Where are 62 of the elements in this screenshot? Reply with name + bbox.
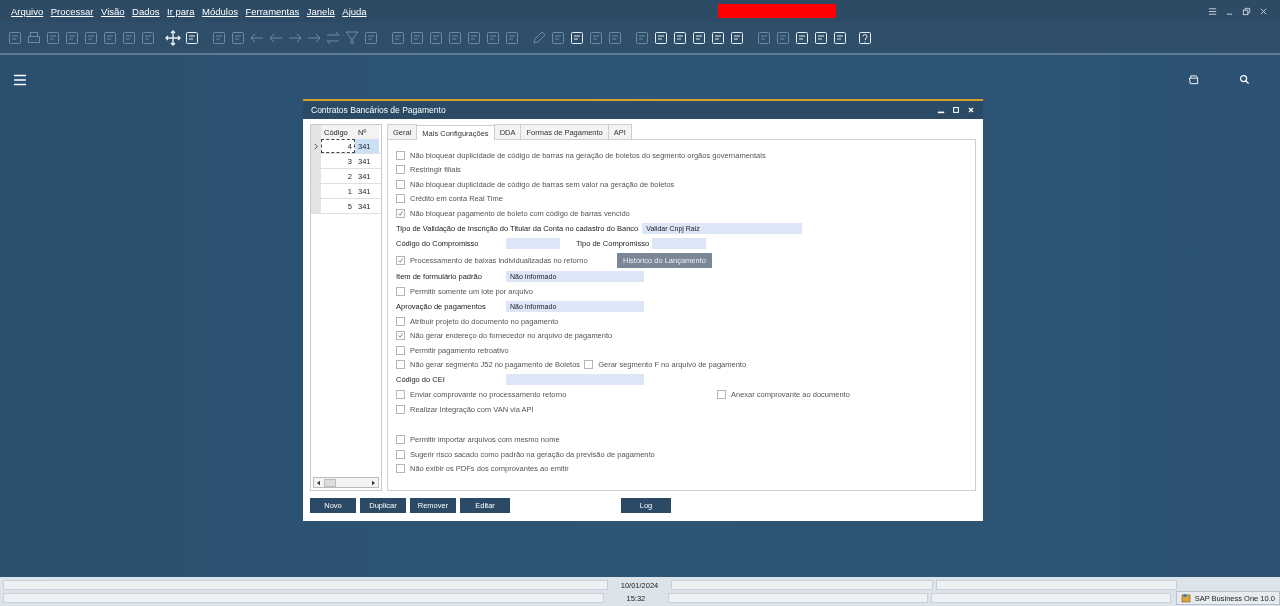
checkbox[interactable] bbox=[396, 316, 405, 326]
folder-icon[interactable] bbox=[1188, 74, 1199, 85]
filter-icon[interactable] bbox=[344, 29, 360, 46]
checkbox[interactable] bbox=[396, 404, 405, 414]
scroll-left-icon[interactable] bbox=[316, 479, 321, 486]
checkbox[interactable] bbox=[584, 360, 594, 370]
document-icon[interactable] bbox=[653, 29, 669, 46]
checkbox[interactable] bbox=[396, 345, 405, 355]
menu-item[interactable]: Módulos bbox=[202, 5, 238, 17]
row-pointer-icon bbox=[313, 142, 319, 150]
menu-item[interactable]: Ajuda bbox=[342, 5, 367, 17]
input-field[interactable] bbox=[506, 374, 644, 386]
checkbox[interactable] bbox=[396, 165, 405, 175]
scroll-right-icon[interactable] bbox=[371, 479, 376, 486]
help-icon[interactable] bbox=[857, 29, 873, 46]
menu-item[interactable]: Ferramentas bbox=[245, 5, 300, 17]
menu-item[interactable]: Dados bbox=[132, 5, 160, 17]
document-icon[interactable] bbox=[710, 29, 726, 46]
checkbox[interactable] bbox=[396, 255, 405, 265]
horizontal-scrollbar[interactable] bbox=[313, 477, 379, 488]
restore-icon[interactable] bbox=[1242, 6, 1251, 16]
document-icon[interactable] bbox=[184, 29, 200, 46]
document-icon[interactable] bbox=[729, 29, 745, 46]
document-icon[interactable] bbox=[672, 29, 688, 46]
checkbox[interactable] bbox=[717, 390, 726, 400]
input-field[interactable] bbox=[506, 238, 560, 250]
pen-icon[interactable] bbox=[531, 29, 547, 46]
window-title: Contratos Bancários de Pagamento bbox=[311, 105, 446, 115]
checkbox[interactable] bbox=[396, 464, 405, 474]
checkbox[interactable] bbox=[396, 360, 405, 370]
move-icon[interactable] bbox=[165, 29, 181, 46]
checkbox[interactable] bbox=[396, 208, 405, 218]
menu-item[interactable]: Ir para bbox=[167, 5, 195, 17]
app-icon bbox=[1180, 593, 1191, 603]
settings-icon[interactable] bbox=[1208, 6, 1217, 16]
row-header bbox=[311, 125, 321, 139]
search-icon[interactable] bbox=[1239, 74, 1250, 85]
printer-icon[interactable] bbox=[26, 29, 42, 46]
menu-item[interactable]: Processar bbox=[50, 5, 94, 17]
maximize-icon[interactable] bbox=[952, 106, 960, 114]
checkbox[interactable] bbox=[396, 449, 405, 459]
document-icon[interactable] bbox=[794, 29, 810, 46]
menu-item[interactable]: Arquivo bbox=[11, 5, 44, 17]
checkbox[interactable] bbox=[396, 435, 405, 445]
swap-icon[interactable] bbox=[325, 29, 341, 46]
checkbox[interactable] bbox=[396, 286, 405, 296]
close-icon[interactable] bbox=[1259, 6, 1268, 16]
checkbox[interactable] bbox=[396, 194, 405, 204]
document-icon[interactable] bbox=[691, 29, 707, 46]
input-field[interactable] bbox=[652, 238, 707, 250]
checkbox[interactable] bbox=[396, 331, 405, 341]
menu-item[interactable]: Visão bbox=[101, 5, 125, 17]
document-icon[interactable] bbox=[832, 29, 848, 46]
checkbox[interactable] bbox=[396, 150, 405, 160]
menu-item[interactable]: Janela bbox=[306, 5, 335, 17]
document-icon[interactable] bbox=[569, 29, 585, 46]
row-header[interactable] bbox=[311, 139, 321, 153]
checkbox[interactable] bbox=[396, 390, 405, 400]
checkbox[interactable] bbox=[396, 179, 405, 189]
document-icon[interactable] bbox=[813, 29, 829, 46]
scroll-thumb[interactable] bbox=[324, 478, 336, 487]
menu-icon[interactable] bbox=[14, 73, 26, 86]
